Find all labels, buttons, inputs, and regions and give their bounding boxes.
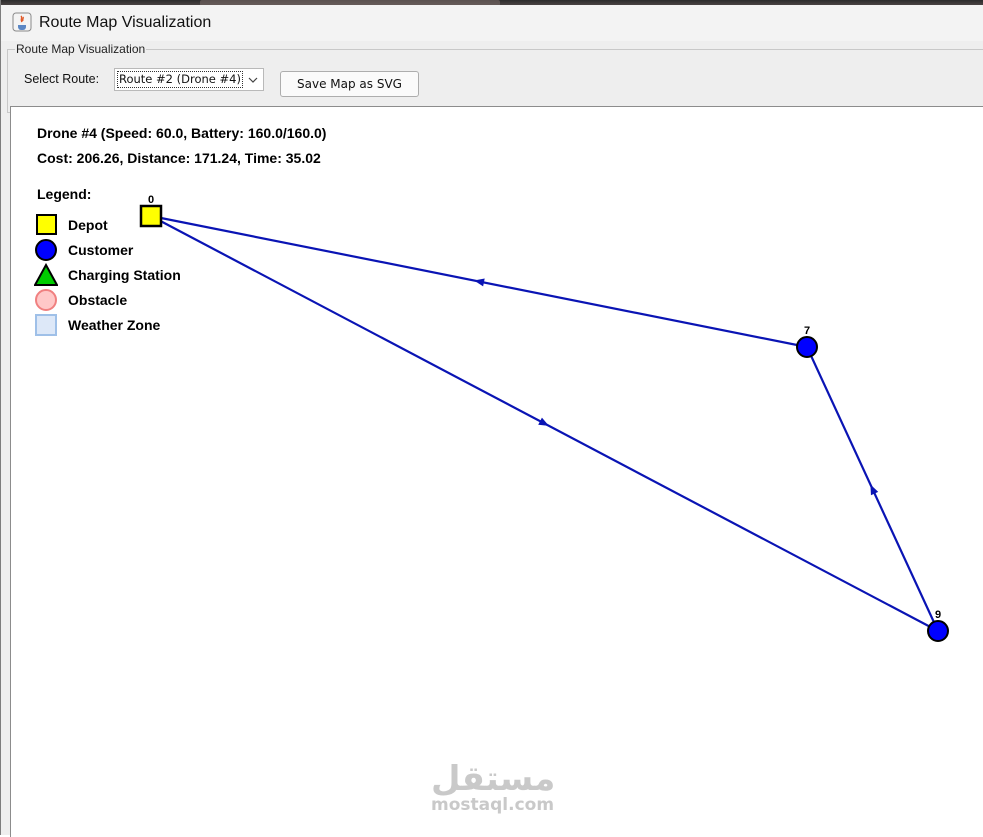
mostaql-watermark: مستقل mostaql.com <box>431 759 556 815</box>
window-left-edge <box>0 0 1 835</box>
watermark-arabic-text: مستقل <box>431 759 556 799</box>
depot-node <box>139 204 163 228</box>
customer-node <box>796 336 818 358</box>
customer-node <box>927 620 949 642</box>
route-direction-arrow <box>538 417 549 426</box>
route-map-canvas: 0 7 9 <box>139 194 949 642</box>
node-label: 9 <box>935 609 941 621</box>
node-label: 7 <box>804 325 810 337</box>
route-direction-arrow <box>870 484 879 496</box>
node-label: 0 <box>148 194 154 206</box>
watermark-latin-text: mostaql.com <box>431 795 555 815</box>
